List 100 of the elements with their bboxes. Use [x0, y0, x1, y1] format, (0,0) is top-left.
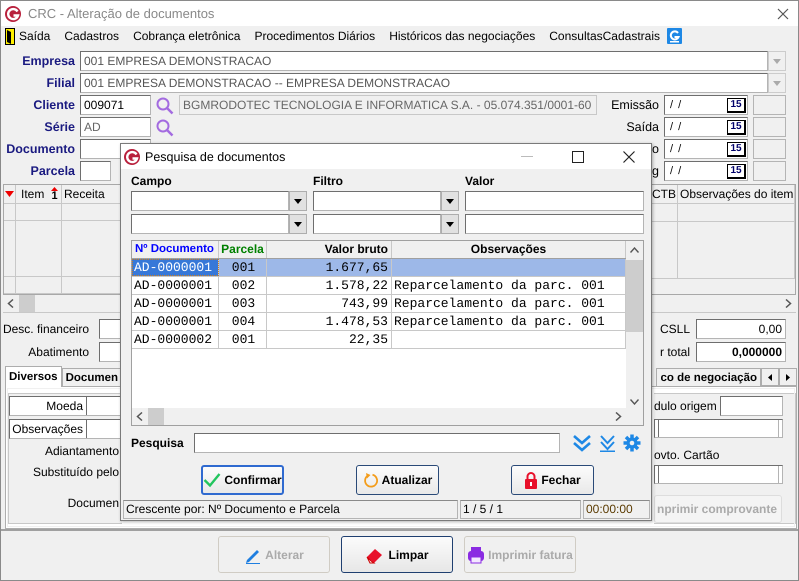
clear-button[interactable]: Limpar [341, 536, 453, 573]
caret-icon [773, 80, 781, 86]
table-row[interactable]: AD-0000001 001 1.677,65 [132, 259, 626, 277]
tab-scroll-button[interactable] [761, 368, 779, 386]
caret-icon [294, 222, 302, 226]
settings-icon [623, 434, 641, 452]
input-field[interactable] [99, 342, 121, 362]
caret-icon [294, 198, 302, 204]
input-field[interactable] [753, 95, 786, 115]
window-title: CRC - Alteração de documentos [28, 6, 216, 21]
dropdown-field[interactable] [131, 191, 289, 211]
table-row[interactable]: AD-0000001 002 1.578,22 Reparcelamento da parc. 001 [132, 277, 626, 295]
refresh-icon [362, 472, 379, 488]
column-header[interactable]: Item [19, 186, 44, 201]
dropdown-button[interactable] [441, 214, 459, 234]
table-cell: 003 [219, 295, 267, 312]
scroll-left-icon [136, 412, 143, 421]
column-header[interactable]: CTB [650, 187, 676, 201]
date-field[interactable]: / / 15 [664, 161, 748, 181]
scrollbar-thumb[interactable] [148, 408, 164, 425]
menu-item[interactable]: Saída [4, 27, 58, 45]
menu-item[interactable]: Procedimentos Diários [247, 27, 382, 45]
dropdown-field[interactable] [313, 214, 441, 234]
minimize-icon [521, 156, 533, 157]
input-field[interactable] [658, 420, 779, 437]
table-cell: AD-0000001 [132, 295, 219, 312]
scroll-right-icon [785, 299, 792, 308]
input-field[interactable] [658, 466, 779, 483]
input-field[interactable] [465, 214, 644, 234]
dialog-title: Pesquisa de documentos [145, 150, 286, 164]
field-label: Observações [12, 421, 84, 438]
date-field[interactable]: / / 15 [664, 95, 748, 115]
sort-number: 1 [51, 190, 58, 201]
input-field[interactable] [753, 117, 786, 137]
close-icon [623, 150, 635, 162]
tab[interactable]: co de negociação [656, 368, 761, 386]
dropdown-button[interactable] [289, 214, 307, 234]
input-field[interactable]: AD [80, 117, 151, 137]
table-cell: AD-0000001 [132, 313, 219, 330]
search-field[interactable] [194, 433, 560, 453]
date-field[interactable]: / / 15 [664, 139, 748, 159]
field-label: g [652, 164, 660, 178]
menu-item[interactable]: Cobrança eletrônica [126, 27, 248, 45]
input-field[interactable] [753, 139, 786, 159]
field-label: Filial [46, 76, 76, 90]
tab[interactable]: Diversos [5, 366, 62, 387]
dropdown-button[interactable] [441, 191, 459, 211]
table-row[interactable]: AD-0000002 001 22,35 [132, 331, 626, 349]
input-field[interactable] [465, 191, 644, 211]
column-header[interactable]: Valor bruto [267, 241, 392, 258]
dropdown-button[interactable] [289, 191, 307, 211]
confirm-button[interactable]: Confirmar [201, 465, 284, 495]
dropdown-field[interactable] [131, 214, 289, 234]
field-label: Desc. financeiro [2, 322, 89, 336]
input-field[interactable]: 0,00 [696, 319, 786, 339]
table-cell: 001 [219, 259, 267, 276]
calendar-button[interactable]: 15 [727, 98, 746, 112]
dropdown-field[interactable] [313, 191, 441, 211]
input-field[interactable] [720, 396, 783, 416]
close-button[interactable]: Fechar [511, 465, 594, 495]
logo-icon [5, 6, 21, 22]
input-field[interactable]: 0,000000 [696, 342, 786, 362]
calendar-button[interactable]: 15 [727, 142, 746, 156]
scrollbar-thumb[interactable] [19, 295, 35, 312]
refresh-button[interactable]: Atualizar [356, 465, 439, 495]
menu-item[interactable]: Cadastros [57, 27, 126, 45]
table-row[interactable]: AD-0000001 004 1.478,53 Reparcelamento da parc. 001 [132, 313, 626, 331]
table-cell: AD-0000001 [132, 259, 219, 276]
menu-item[interactable]: ConsultasCadastrais [542, 27, 667, 45]
tab[interactable]: Documen [62, 368, 122, 386]
table-cell: 004 [219, 313, 267, 330]
double-chevron-down-icon [572, 434, 592, 452]
column-header[interactable]: Observações do item [678, 187, 794, 201]
dropdown-field[interactable]: 001 EMPRESA DEMONSTRACAO [80, 51, 768, 71]
scroll-right-icon [615, 412, 622, 421]
tab-scroll-button[interactable] [779, 368, 797, 386]
date-value: / / [669, 98, 682, 113]
column-header[interactable]: Parcela [219, 241, 267, 258]
field-label: Documento [5, 142, 76, 156]
triangle-right-icon [786, 374, 790, 380]
table-row[interactable]: AD-0000001 003 743,99 Reparcelamento da parc. 001 [132, 295, 626, 313]
input-field[interactable] [99, 319, 121, 339]
calendar-button[interactable]: 15 [727, 120, 746, 134]
calendar-button[interactable]: 15 [727, 164, 746, 178]
input-field[interactable]: 009071 [80, 95, 151, 115]
table-cell: AD-0000002 [132, 331, 219, 348]
menu-item[interactable]: Históricos das negociações [382, 27, 542, 45]
column-header[interactable]: Receita [62, 186, 105, 201]
input-field[interactable] [80, 161, 111, 181]
scroll-up-icon [630, 247, 639, 253]
dropdown-field[interactable]: 001 EMPRESA DEMONSTRACAO -- EMPRESA DEMONSTRACAO [80, 73, 768, 93]
printer-icon [467, 546, 486, 564]
input-field: BGMRODOTEC TECNOLOGIA E INFORMATICA S.A. - 05.074.351/0001-60 [179, 95, 597, 115]
column-header[interactable]: Nº Documento [132, 241, 219, 258]
input-field[interactable] [753, 161, 786, 181]
date-field[interactable]: / / 15 [664, 117, 748, 137]
table-cell: AD-0000001 [132, 277, 219, 294]
scrollbar-thumb[interactable] [626, 260, 643, 332]
table-cell: 1.578,22 [267, 277, 392, 294]
sort-caret-icon [51, 186, 58, 191]
